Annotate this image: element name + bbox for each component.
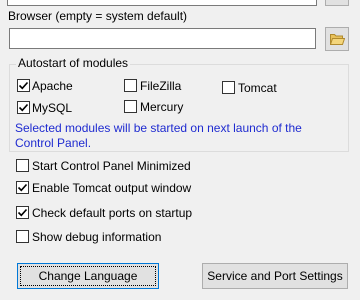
autostart-note-line1: Selected modules will be started on next… [15,121,302,135]
browser-label: Browser (empty = system default) [8,9,188,23]
browser-input[interactable] [9,28,316,49]
autostart-note-line2: Control Panel. [15,136,92,150]
change-language-button[interactable]: Change Language [17,263,159,289]
mysql-label: MySQL [32,101,73,115]
filezilla-checkbox[interactable] [124,79,137,92]
check-ports-label: Check default ports on startup [32,206,193,220]
folder-open-icon [329,33,346,48]
mysql-checkbox[interactable] [17,101,30,114]
tomcat-output-checkbox[interactable] [16,181,29,194]
tomcat-checkbox[interactable] [222,81,235,94]
editor-browse-button[interactable] [325,0,349,6]
check-ports-checkbox[interactable] [16,206,29,219]
autostart-group-title: Autostart of modules [16,56,131,70]
debug-info-checkbox[interactable] [16,230,29,243]
tomcat-label: Tomcat [238,81,277,95]
browser-browse-button[interactable] [325,27,349,51]
debug-info-label: Show debug information [32,230,162,244]
service-port-settings-button[interactable]: Service and Port Settings [202,263,348,289]
filezilla-label: FileZilla [140,79,182,93]
apache-checkbox[interactable] [17,79,30,92]
mercury-label: Mercury [140,100,184,114]
tomcat-output-label: Enable Tomcat output window [32,181,192,195]
editor-field[interactable] [7,0,317,6]
apache-label: Apache [32,79,73,93]
start-minimized-checkbox[interactable] [16,159,29,172]
mercury-checkbox[interactable] [124,100,137,113]
change-language-button-label: Change Language [38,269,138,283]
service-port-settings-button-label: Service and Port Settings [207,269,343,283]
start-minimized-label: Start Control Panel Minimized [32,159,191,173]
